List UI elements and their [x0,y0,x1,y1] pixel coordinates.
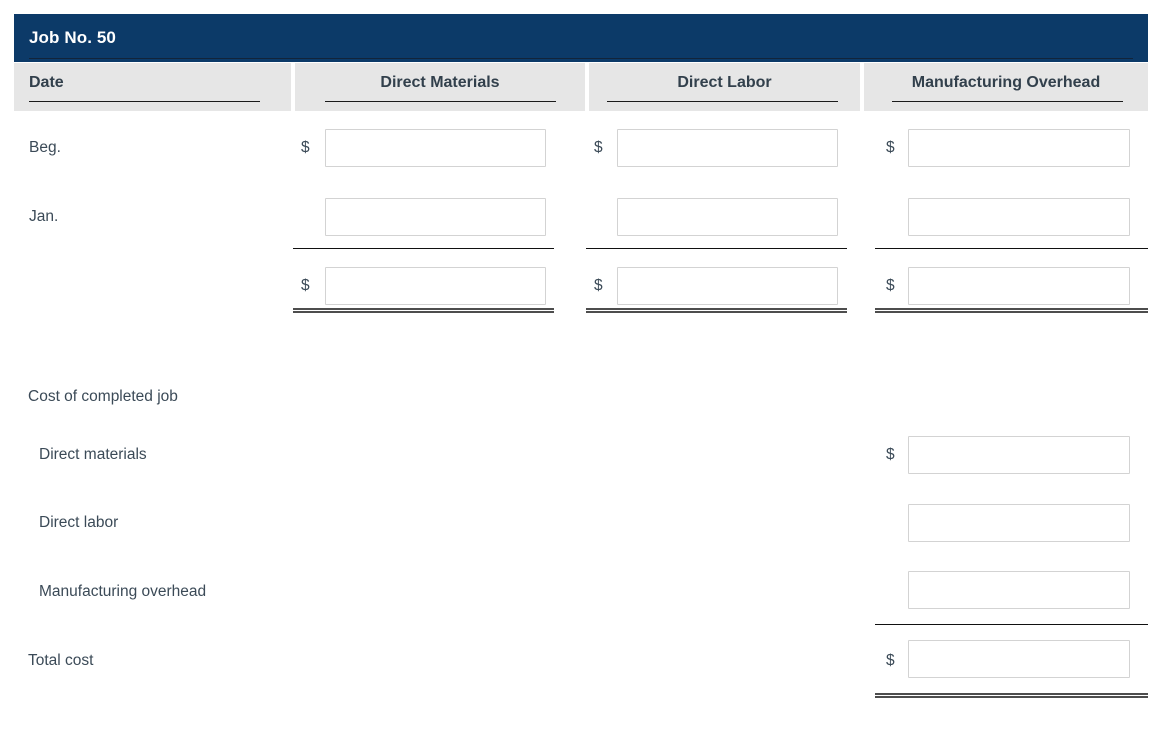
grand-total-rule-manufacturing-overhead [875,308,1148,313]
dollar-sign-total-direct-materials: $ [301,277,310,294]
row-label-completed-manufacturing-overhead: Manufacturing overhead [39,583,207,600]
dollar-sign-beg-manufacturing-overhead: $ [886,139,895,156]
grand-total-rule-direct-labor [586,308,847,313]
row-label-completed-direct-labor: Direct labor [39,514,119,531]
title-underline [29,58,1133,59]
column-header-direct-labor-underline [607,101,838,102]
row-label-beg: Beg. [29,139,61,156]
column-header-date-label: Date [29,74,64,91]
column-header-direct-labor-label: Direct Labor [677,74,772,91]
input-beg-direct-labor[interactable] [617,129,838,167]
row-label-completed-direct-materials: Direct materials [39,446,147,463]
grand-total-rule-direct-materials [293,308,554,313]
input-beg-manufacturing-overhead[interactable] [908,129,1130,167]
input-jan-direct-materials[interactable] [325,198,546,236]
input-total-manufacturing-overhead[interactable] [908,267,1130,305]
row-label-jan: Jan. [29,208,59,225]
dollar-sign-beg-direct-labor: $ [594,139,603,156]
subtotal-rule-manufacturing-overhead [875,248,1148,249]
dollar-sign-total-direct-labor: $ [594,277,603,294]
subtotal-rule-direct-labor [586,248,847,249]
column-header-direct-materials: Direct Materials [295,63,585,111]
input-total-direct-labor[interactable] [617,267,838,305]
subtotal-rule-direct-materials [293,248,554,249]
row-label-total-cost: Total cost [28,652,94,669]
section-title-cost-of-completed-job: Cost of completed job [28,388,178,405]
input-jan-manufacturing-overhead[interactable] [908,198,1130,236]
column-header-manufacturing-overhead-underline [892,101,1123,102]
column-header-direct-materials-label: Direct Materials [380,74,500,91]
input-completed-manufacturing-overhead[interactable] [908,571,1130,609]
job-title-bar: Job No. 50 [14,14,1148,62]
input-completed-direct-labor[interactable] [908,504,1130,542]
page-title: Job No. 50 [29,28,116,47]
input-completed-direct-materials[interactable] [908,436,1130,474]
column-header-date: Date [14,63,291,111]
dollar-sign-total-manufacturing-overhead: $ [886,277,895,294]
column-header-row: Date Direct Materials Direct Labor Manuf… [14,63,1148,111]
column-header-direct-labor: Direct Labor [589,63,860,111]
dollar-sign-completed-direct-materials: $ [886,446,895,463]
column-header-manufacturing-overhead: Manufacturing Overhead [864,63,1148,111]
column-header-manufacturing-overhead-label: Manufacturing Overhead [911,74,1101,91]
input-jan-direct-labor[interactable] [617,198,838,236]
column-header-direct-materials-underline [325,101,556,102]
dollar-sign-beg-direct-materials: $ [301,139,310,156]
job-cost-sheet: Job No. 50 Date Direct Materials Direct … [0,0,1175,733]
total-cost-bottom-rule [875,693,1148,698]
input-total-direct-materials[interactable] [325,267,546,305]
input-beg-direct-materials[interactable] [325,129,546,167]
dollar-sign-total-cost: $ [886,652,895,669]
input-total-cost[interactable] [908,640,1130,678]
column-header-date-underline [29,101,260,102]
total-cost-top-rule [875,624,1148,625]
